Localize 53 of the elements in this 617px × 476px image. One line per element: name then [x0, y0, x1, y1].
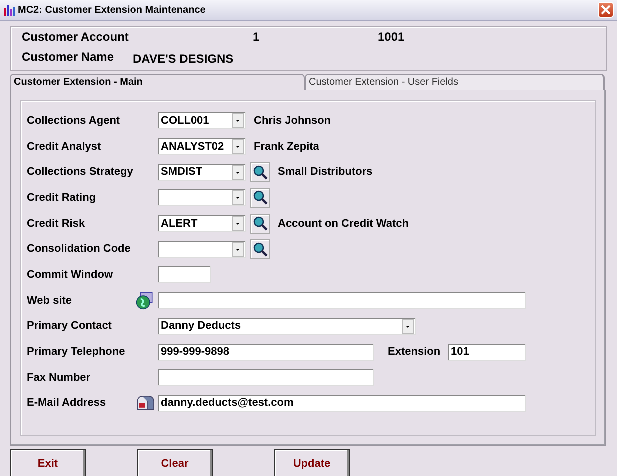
field-label: Commit Window	[27, 268, 114, 281]
field-label: Primary Contact	[27, 320, 113, 332]
window-title: MC2: Customer Extension Maintenance	[18, 4, 207, 16]
field-label: Customer Name	[22, 50, 116, 64]
field-label: Web site	[27, 294, 74, 307]
input-field[interactable]	[158, 266, 211, 284]
lookup-button[interactable]	[250, 214, 270, 234]
close-icon	[601, 5, 611, 15]
dropdown-field[interactable]	[158, 189, 246, 206]
field-label: Credit Analyst	[27, 140, 102, 153]
input-field[interactable]	[158, 292, 526, 310]
magnifier-icon	[252, 242, 268, 257]
bar-chart-icon	[3, 4, 15, 16]
action-button[interactable]: Clear	[137, 449, 213, 476]
close-button[interactable]	[598, 2, 614, 18]
description-text: Frank Zepita	[254, 140, 320, 153]
customer-name: DAVE'S DESIGNS	[133, 50, 235, 66]
input-field[interactable]: 999-999-9898	[158, 344, 374, 361]
extension-label: Extension	[388, 346, 442, 358]
input-field[interactable]: 101	[448, 344, 526, 361]
description-text: Account on Credit Watch	[278, 218, 409, 230]
field-label: Fax Number	[27, 372, 92, 384]
dropdown-field[interactable]	[158, 240, 246, 258]
account-value: 1	[253, 30, 261, 44]
tab[interactable]: Customer Extension - Main	[10, 74, 305, 90]
field-label: Collections Agent	[27, 114, 122, 127]
action-button[interactable]: Update	[274, 449, 350, 476]
tab[interactable]: Customer Extension - User Fields	[305, 74, 605, 90]
dropdown-field[interactable]: ANALYST02	[158, 138, 246, 156]
lookup-button[interactable]	[250, 239, 270, 260]
field-label: Primary Telephone	[27, 346, 126, 358]
input-field[interactable]: danny.deducts@test.com	[158, 394, 526, 412]
field-label: Customer Account	[22, 30, 130, 44]
dropdown-field[interactable]: COLL001	[158, 112, 246, 130]
lookup-button[interactable]	[250, 188, 270, 208]
input-field[interactable]	[158, 369, 374, 386]
field-label: Credit Rating	[27, 192, 98, 204]
field-label: Credit Risk	[27, 218, 86, 230]
dropdown-field[interactable]: Danny Deducts	[158, 318, 416, 335]
field-label: E-Mail Address	[27, 397, 108, 410]
description-text: Small Distributors	[278, 166, 373, 178]
field-label: Collections Strategy	[27, 166, 134, 178]
magnifier-icon	[252, 190, 268, 206]
magnifier-icon	[252, 216, 268, 232]
dropdown-field[interactable]: SMDIST	[158, 164, 246, 181]
lookup-button[interactable]	[250, 162, 270, 182]
globe-icon	[136, 290, 154, 312]
account-value: 1001	[378, 30, 406, 44]
description-text: Chris Johnson	[254, 114, 332, 127]
dropdown-field[interactable]: ALERT	[158, 215, 246, 232]
magnifier-icon	[252, 164, 268, 180]
field-label: Consolidation Code	[27, 243, 132, 256]
action-button[interactable]: Exit	[10, 449, 86, 476]
